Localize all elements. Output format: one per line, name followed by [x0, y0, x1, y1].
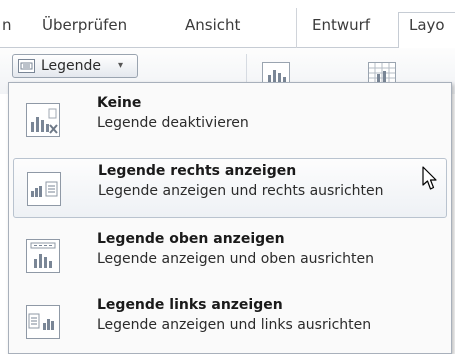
menu-item-description: Legende anzeigen und rechts ausrichten: [98, 183, 384, 199]
mouse-cursor-icon: [422, 166, 437, 190]
menu-item-description: Legende deaktivieren: [97, 115, 249, 131]
menu-item-legende-oben[interactable]: Legende oben anzeigen Legende anzeigen u…: [13, 227, 447, 287]
menu-item-legende-links[interactable]: Legende links anzeigen Legende anzeigen …: [13, 293, 447, 353]
tab-partial[interactable]: n: [2, 13, 12, 49]
tab-ansicht[interactable]: Ansicht: [185, 13, 240, 49]
tab-separator: [296, 8, 297, 48]
legend-menu: Keine Legende deaktivieren Legende recht…: [8, 82, 452, 354]
legend-dropdown-button[interactable]: Legende ▾: [12, 54, 138, 78]
ribbon-tab-bar: n Überprüfen Ansicht Entwurf Layo: [0, 0, 455, 49]
legend-icon: [18, 59, 35, 73]
menu-item-title: Legende links anzeigen: [97, 297, 283, 313]
menu-item-legende-rechts[interactable]: Legende rechts anzeigen Legende anzeigen…: [13, 158, 447, 218]
menu-item-description: Legende anzeigen und links ausrichten: [97, 317, 372, 333]
menu-item-keine[interactable]: Keine Legende deaktivieren: [13, 91, 447, 151]
menu-item-title: Legende rechts anzeigen: [98, 163, 297, 179]
chevron-down-icon: ▾: [118, 60, 124, 71]
legend-top-icon: [26, 239, 60, 273]
menu-item-title: Keine: [97, 95, 142, 111]
menu-item-description: Legende anzeigen und oben ausrichten: [97, 251, 375, 267]
tab-entwurf[interactable]: Entwurf: [312, 13, 370, 49]
legend-right-icon: [27, 172, 61, 206]
tab-ueberpruefen[interactable]: Überprüfen: [42, 13, 127, 49]
legend-none-icon: [26, 103, 60, 137]
legend-left-icon: [26, 305, 60, 339]
menu-item-title: Legende oben anzeigen: [97, 231, 285, 247]
tab-layout[interactable]: Layo: [398, 12, 455, 49]
legend-button-label: Legende: [41, 58, 102, 74]
